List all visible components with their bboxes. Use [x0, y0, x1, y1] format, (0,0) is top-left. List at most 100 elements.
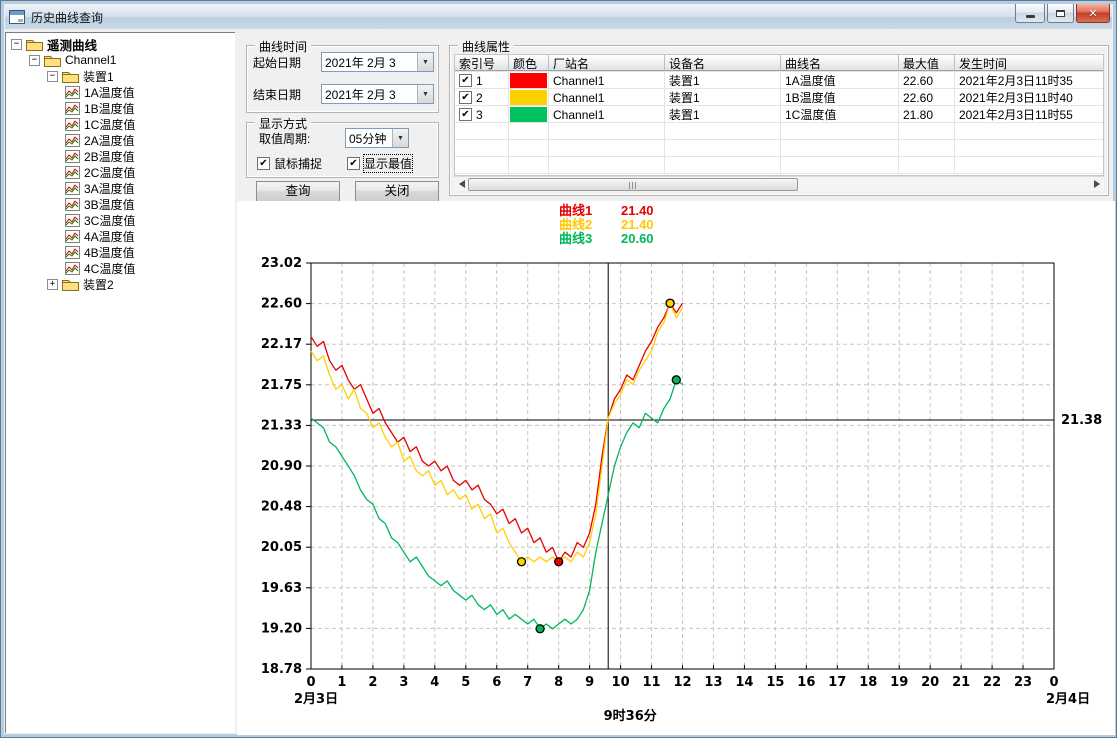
x-tick-label: 0: [306, 675, 315, 690]
legend-value: 21.40: [621, 218, 654, 232]
tree-item[interactable]: 4B温度值: [7, 244, 233, 260]
column-header[interactable]: 曲线名: [781, 55, 899, 71]
collapse-icon[interactable]: −: [29, 55, 40, 66]
x-tick-label: 22: [983, 675, 1001, 690]
table-cell: ✔1: [455, 72, 509, 88]
curve-icon: [65, 86, 80, 99]
curve-icon: [65, 214, 80, 227]
legend-label: 曲线3: [559, 232, 607, 246]
extreme-marker: [672, 376, 680, 384]
row-checkbox[interactable]: ✔: [459, 91, 472, 104]
x-tick-label: 21: [952, 675, 970, 690]
collapse-icon[interactable]: −: [11, 39, 22, 50]
tree-item[interactable]: 2B温度值: [7, 148, 233, 164]
row-checkbox[interactable]: ✔: [459, 108, 472, 121]
checkbox-checked-icon: ✔: [347, 157, 360, 170]
properties-groupbox: 曲线属性 索引号颜色厂站名设备名曲线名最大值发生时间✔1Channel1装置11…: [449, 45, 1109, 196]
close-button[interactable]: ✕: [1076, 4, 1110, 23]
x-tick-label: 15: [766, 675, 784, 690]
chart-canvas[interactable]: 曲线121.40曲线221.40曲线320.60 23.0222.6022.17…: [237, 201, 1115, 735]
tree-item[interactable]: 1A温度值: [7, 84, 233, 100]
display-groupbox: 显示方式 取值周期: 05分钟 ▼ ✔ 鼠标捕捉 ✔ 显示最值: [246, 122, 439, 178]
scroll-left-arrow[interactable]: [454, 177, 469, 192]
tree-item[interactable]: 2A温度值: [7, 132, 233, 148]
chevron-down-icon[interactable]: ▼: [417, 53, 433, 71]
minimize-button[interactable]: [1015, 4, 1045, 23]
table-cell: [781, 123, 899, 139]
curve-tree[interactable]: −遥测曲线−Channel1−装置11A温度值1B温度值1C温度值2A温度值2B…: [5, 32, 235, 733]
scroll-thumb[interactable]: [468, 178, 798, 191]
x-tick-label: 5: [461, 675, 470, 690]
scroll-right-arrow[interactable]: [1089, 177, 1104, 192]
tree-item[interactable]: +装置2: [7, 276, 233, 292]
tree-item[interactable]: 3C温度值: [7, 212, 233, 228]
end-date-combo[interactable]: 2021年 2月 3 ▼: [321, 84, 434, 104]
table-cell: [899, 123, 955, 139]
occurrence-time: 2021年2月3日11时40: [955, 89, 1104, 105]
tree-item[interactable]: −遥测曲线: [7, 36, 233, 52]
table-cell: [899, 140, 955, 156]
tree-item-label: 2B温度值: [84, 148, 135, 165]
show-extremes-checkbox[interactable]: ✔ 显示最值: [347, 155, 412, 172]
tree-item[interactable]: 1B温度值: [7, 100, 233, 116]
curve-icon: [65, 182, 80, 195]
x-tick-label: 10: [612, 675, 630, 690]
x-tick-label: 11: [642, 675, 660, 690]
legend-label: 曲线2: [559, 218, 607, 232]
properties-group-title: 曲线属性: [458, 38, 514, 55]
x-tick-label: 14: [735, 675, 753, 690]
y-tick-label: 18.78: [261, 662, 302, 677]
y-tick-label: 20.05: [261, 540, 302, 555]
station-name: Channel1: [549, 106, 665, 122]
occurrence-time: 2021年2月3日11时55: [955, 106, 1104, 122]
expand-icon[interactable]: +: [47, 279, 58, 290]
column-header[interactable]: 最大值: [899, 55, 955, 71]
y-tick-label: 20.48: [261, 500, 302, 515]
y-tick-label: 19.63: [261, 581, 302, 596]
chevron-down-icon[interactable]: ▼: [417, 85, 433, 103]
maximize-button[interactable]: [1047, 4, 1074, 23]
table-row[interactable]: ✔1Channel1装置11A温度值22.602021年2月3日11时35: [455, 72, 1103, 89]
tree-item[interactable]: 2C温度值: [7, 164, 233, 180]
collapse-icon[interactable]: −: [47, 71, 58, 82]
show-extremes-label: 显示最值: [364, 155, 412, 172]
x-tick-label: 4: [430, 675, 439, 690]
column-header[interactable]: 设备名: [665, 55, 781, 71]
max-value: 21.80: [899, 106, 955, 122]
start-date-combo[interactable]: 2021年 2月 3 ▼: [321, 52, 434, 72]
table-cell: [549, 157, 665, 173]
tree-item[interactable]: 4C温度值: [7, 260, 233, 276]
tree-item[interactable]: 1C温度值: [7, 116, 233, 132]
x-tick-label: 1: [337, 675, 346, 690]
curve-icon: [65, 262, 80, 275]
query-button[interactable]: 查询: [256, 181, 340, 202]
close-dialog-button[interactable]: 关闭: [355, 181, 439, 202]
tree-item[interactable]: 3B温度值: [7, 196, 233, 212]
color-swatch: [510, 90, 547, 105]
table-cell: [955, 123, 1104, 139]
tree-item[interactable]: 3A温度值: [7, 180, 233, 196]
column-header[interactable]: 颜色: [509, 55, 549, 71]
period-combo[interactable]: 05分钟 ▼: [345, 128, 409, 148]
color-swatch: [510, 107, 547, 122]
y-tick-label: 20.90: [261, 459, 302, 474]
chart-plot[interactable]: 23.0222.6022.1721.7521.3320.9020.4820.05…: [237, 201, 1115, 735]
color-swatch: [510, 73, 547, 88]
tree-item[interactable]: 4A温度值: [7, 228, 233, 244]
table-scrollbar[interactable]: [454, 176, 1104, 191]
start-date-label: 起始日期: [253, 54, 301, 71]
column-header[interactable]: 索引号: [455, 55, 509, 71]
tree-item[interactable]: −装置1: [7, 68, 233, 84]
column-header[interactable]: 厂站名: [549, 55, 665, 71]
table-row[interactable]: ✔3Channel1装置11C温度值21.802021年2月3日11时55: [455, 106, 1103, 123]
tree-item[interactable]: −Channel1: [7, 52, 233, 68]
table-cell: [955, 157, 1104, 173]
column-header[interactable]: 发生时间: [955, 55, 1104, 71]
x-tick-label: 13: [704, 675, 722, 690]
station-name: Channel1: [549, 89, 665, 105]
table-cell: ✔3: [455, 106, 509, 122]
row-checkbox[interactable]: ✔: [459, 74, 472, 87]
chevron-down-icon[interactable]: ▼: [392, 129, 408, 147]
mouse-capture-checkbox[interactable]: ✔ 鼠标捕捉: [257, 155, 322, 172]
table-row[interactable]: ✔2Channel1装置11B温度值22.602021年2月3日11时40: [455, 89, 1103, 106]
